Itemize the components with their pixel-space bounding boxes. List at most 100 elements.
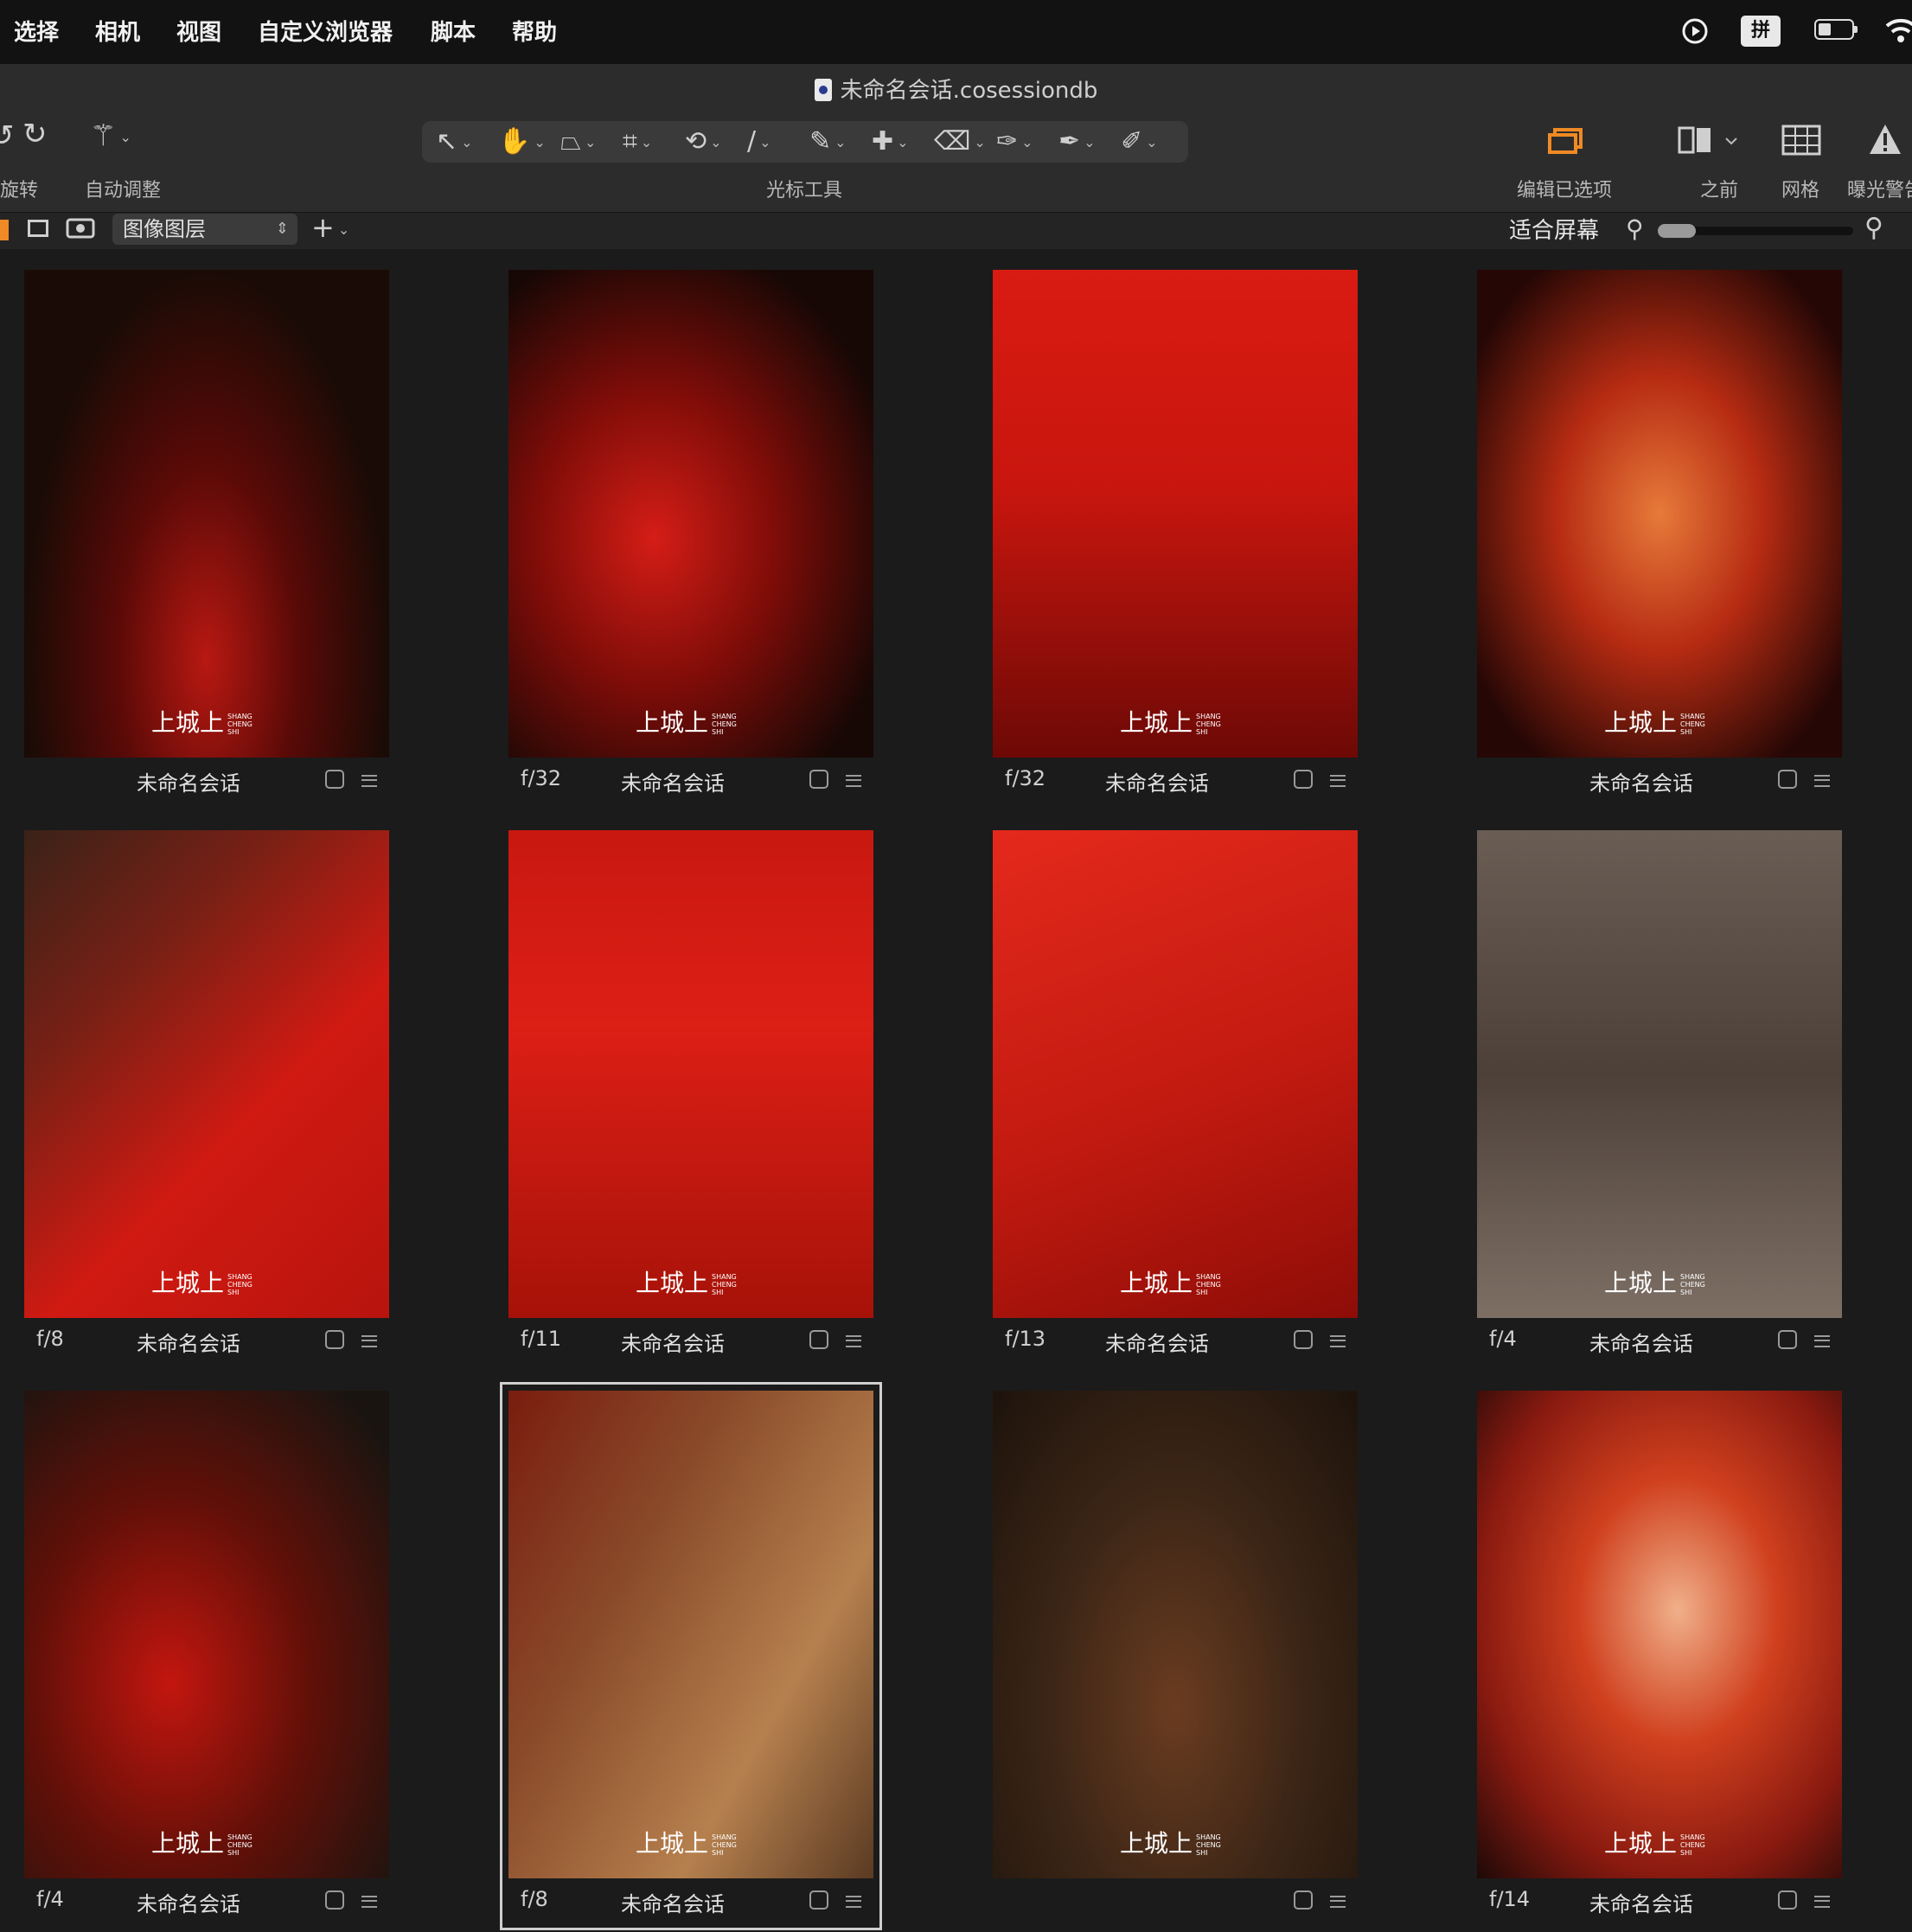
watermark-small: SHANG CHENG SHI [1680,1273,1705,1296]
zoom-out-icon[interactable]: ⚲ [1626,214,1644,243]
fit-to-screen-label[interactable]: 适合屏幕 [1509,213,1599,245]
thumbnail-image[interactable]: 上城上 SHANG CHENG SHI [508,270,873,758]
metadata-icon[interactable] [361,1335,377,1347]
watermark: 上城上 SHANG CHENG SHI [1477,704,1842,739]
select-checkbox[interactable] [809,1890,828,1910]
layer-select[interactable]: 图像图层 ⇕ [112,214,297,245]
brush-icon[interactable]: ✎ ⌄ [809,126,847,157]
edit-selected-label: 编辑已选项 [1517,180,1613,202]
thumbnail-image[interactable]: 上城上 SHANG CHENG SHI [993,1391,1358,1878]
metadata-icon[interactable] [361,1896,377,1908]
pan-hand-icon[interactable]: ✋ ⌄ [498,126,546,157]
edit-selected-icon[interactable] [1546,123,1586,157]
thumbnail-image[interactable]: 上城上 SHANG CHENG SHI [24,830,389,1318]
thumbnail-image[interactable]: 上城上 SHANG CHENG SHI [993,830,1358,1318]
select-checkbox[interactable] [1294,770,1313,789]
layer-select-value: 图像图层 [123,217,206,241]
thumbnail-image[interactable]: 上城上 SHANG CHENG SHI [1477,1391,1842,1878]
input-method-icon[interactable]: 拼 [1741,16,1781,47]
aperture-value: f/4 [1489,1327,1517,1351]
menu-camera[interactable]: 相机 [95,15,140,47]
thumbnail-image[interactable]: 上城上 SHANG CHENG SHI [993,270,1358,758]
metadata-icon[interactable] [1814,1335,1830,1347]
thumbnail-image[interactable]: 上城上 SHANG CHENG SHI [24,270,389,758]
thumbnail-card[interactable]: 上城上 SHANG CHENG SHI f/4 未命名会话 [1477,830,1842,1358]
bandage-icon[interactable]: ✚ ⌄ [872,126,909,157]
select-checkbox[interactable] [325,770,344,789]
exposure-warning-icon[interactable] [1868,123,1902,156]
grid-icon[interactable] [1781,125,1821,156]
rotate-right-icon[interactable]: ↻ [22,119,48,149]
select-checkbox[interactable] [1778,1330,1797,1349]
viewer-mode-icon[interactable] [0,220,9,240]
thumbnail-card[interactable]: 上城上 SHANG CHENG SHI f/8 未命名会话 [500,1382,882,1930]
thumbnail-card[interactable]: 上城上 SHANG CHENG SHI f/14 未命名会话 [1477,1391,1842,1918]
thumbnail-name: 未命名会话 [1589,771,1693,796]
browser-grid: 上城上 SHANG CHENG SHI 未命名会话 上城上 SHANG CHENG SH… [0,249,1912,1932]
select-checkbox[interactable] [325,1330,344,1349]
thumbnail-card[interactable]: 上城上 SHANG CHENG SHI f/8 未命名会话 [24,830,389,1358]
keystone-icon[interactable]: ⏢ ⌄ [560,126,596,157]
metadata-icon[interactable] [846,775,861,787]
play-icon[interactable] [1681,17,1709,45]
before-after-icon[interactable] [1678,125,1745,157]
watermark: 上城上 SHANG CHENG SHI [508,704,873,739]
zoom-in-icon[interactable]: ⚲ [1864,213,1883,243]
select-checkbox[interactable] [1294,1330,1313,1349]
metadata-icon[interactable] [361,775,377,787]
thumbnail-image[interactable]: 上城上 SHANG CHENG SHI [1477,830,1842,1318]
menu-script[interactable]: 脚本 [431,15,476,47]
aperture-value: f/32 [521,766,562,790]
rotate-label: 旋转 [0,180,39,202]
single-view-icon[interactable] [28,220,48,237]
metadata-icon[interactable] [846,1896,861,1908]
metadata-icon[interactable] [1330,1896,1346,1908]
thumbnail-card[interactable]: 上城上 SHANG CHENG SHI f/11 未命名会话 [508,830,873,1358]
metadata-icon[interactable] [846,1335,861,1347]
metadata-icon[interactable] [1330,775,1346,787]
picker-icon[interactable]: ✑ ⌄ [996,126,1033,157]
annotate-icon[interactable]: ✒ ⌄ [1058,126,1096,157]
add-layer-icon[interactable]: + ⌄ [311,211,349,244]
eye-icon[interactable] [66,218,95,239]
select-checkbox[interactable] [809,1330,828,1349]
rotate-left-icon[interactable]: ↺ [0,121,15,150]
thumbnail-card[interactable]: 上城上 SHANG CHENG SHI f/32 未命名会话 [993,270,1358,797]
crop-icon[interactable]: ⌗ ⌄ [623,126,652,157]
select-checkbox[interactable] [1778,1890,1797,1910]
eraser-icon[interactable]: ⌫ ⌄ [934,126,986,157]
wifi-icon[interactable] [1883,14,1912,48]
zoom-slider-knob[interactable] [1658,224,1696,238]
straighten-icon[interactable]: / ⌄ [747,126,771,157]
thumbnail-image[interactable]: 上城上 SHANG CHENG SHI [1477,270,1842,758]
thumbnail-image[interactable]: 上城上 SHANG CHENG SHI [508,830,873,1318]
thumbnail-image[interactable]: 上城上 SHANG CHENG SHI [508,1391,873,1878]
rotate-tool-icon[interactable]: ⟲ ⌄ [685,126,722,157]
select-checkbox[interactable] [1294,1890,1313,1910]
menu-view[interactable]: 视图 [176,15,221,47]
aperture-value: f/11 [521,1327,562,1351]
battery-icon[interactable] [1814,19,1858,40]
select-cursor-icon[interactable]: ↖ ⌄ [436,126,473,157]
select-checkbox[interactable] [809,770,828,789]
pen-icon[interactable]: ✐ ⌄ [1121,126,1158,157]
menu-help[interactable]: 帮助 [512,15,557,47]
thumbnail-image[interactable]: 上城上 SHANG CHENG SHI [24,1391,389,1878]
magic-wand-icon[interactable]: ⚚ ⌄ [90,121,131,150]
select-checkbox[interactable] [325,1890,344,1910]
thumbnail-card[interactable]: 上城上 SHANG CHENG SHI f/13 未命名会话 [993,830,1358,1358]
metadata-icon[interactable] [1330,1335,1346,1347]
watermark: 上城上 SHANG CHENG SHI [508,1264,873,1299]
document-icon [814,79,832,101]
thumbnail-card[interactable]: 上城上 SHANG CHENG SHI [993,1391,1358,1918]
select-checkbox[interactable] [1778,770,1797,789]
thumbnail-card[interactable]: 上城上 SHANG CHENG SHI f/4 未命名会话 [24,1391,389,1918]
metadata-icon[interactable] [1814,775,1830,787]
menu-custom-browser[interactable]: 自定义浏览器 [258,15,393,47]
menu-select[interactable]: 选择 [14,15,59,47]
metadata-icon[interactable] [1814,1896,1830,1908]
thumbnail-name: 未命名会话 [1589,1892,1693,1916]
thumbnail-card[interactable]: 上城上 SHANG CHENG SHI f/32 未命名会话 [508,270,873,797]
thumbnail-card[interactable]: 上城上 SHANG CHENG SHI 未命名会话 [1477,270,1842,797]
thumbnail-card[interactable]: 上城上 SHANG CHENG SHI 未命名会话 [24,270,389,797]
